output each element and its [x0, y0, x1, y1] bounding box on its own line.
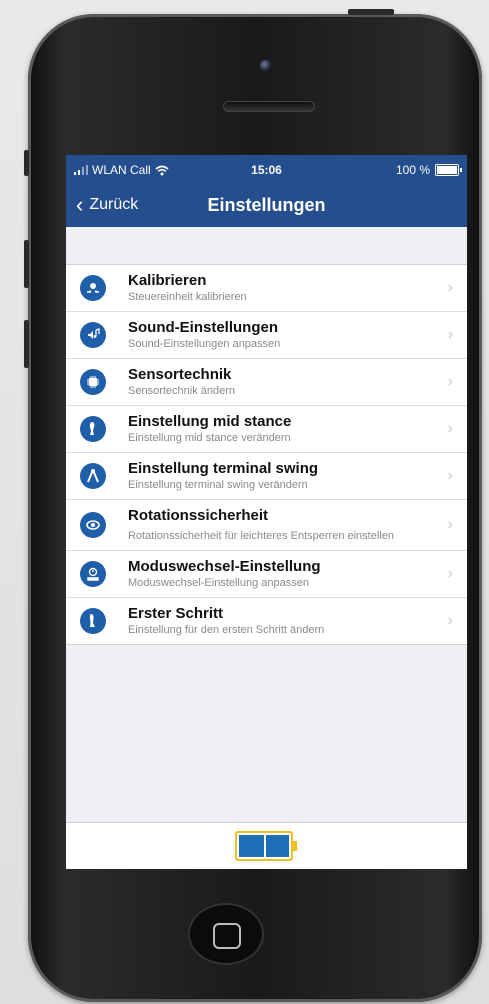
item-title: Erster Schritt: [128, 605, 224, 622]
item-subtitle: Steuereinheit kalibrieren: [128, 291, 247, 303]
calibrate-icon: [80, 275, 106, 301]
mode-switch-icon: [80, 561, 106, 587]
battery-status-icon: [435, 164, 462, 176]
mute-switch: [24, 150, 29, 176]
list-item-rotationssicherheit[interactable]: Rotationssicherheit Rotationssicherheit …: [66, 500, 467, 551]
list-item-sensortechnik[interactable]: Sensortechnik Sensortechnik ändern ›: [66, 359, 467, 406]
leg-stance-icon: [80, 416, 106, 442]
home-square-icon: [213, 923, 241, 949]
status-bar: WLAN Call 15:06 100 %: [66, 155, 467, 185]
list-item-kalibrieren[interactable]: Kalibrieren Steuereinheit kalibrieren ›: [66, 265, 467, 312]
section-spacer: [66, 227, 467, 264]
home-button[interactable]: [190, 905, 262, 963]
item-title: Kalibrieren: [128, 272, 207, 289]
item-subtitle: Einstellung terminal swing verändern: [128, 479, 308, 491]
sound-icon: [80, 322, 106, 348]
swing-icon: [80, 463, 106, 489]
page-title: Einstellungen: [207, 195, 326, 215]
item-title: Einstellung mid stance: [128, 413, 292, 430]
chevron-right-icon: ›: [447, 326, 453, 343]
volume-up-button: [24, 240, 29, 288]
speaker: [223, 101, 315, 112]
chevron-right-icon: ›: [447, 516, 453, 533]
battery-area: 100 %: [395, 163, 462, 177]
power-button: [348, 9, 394, 15]
rotation-icon: [80, 512, 106, 538]
list-item-moduswechsel[interactable]: Moduswechsel-Einstellung Moduswechsel-Ei…: [66, 551, 467, 598]
chevron-right-icon: ›: [447, 612, 453, 629]
item-title: Sensortechnik: [128, 366, 232, 383]
list-item-terminal-swing[interactable]: Einstellung terminal swing Einstellung t…: [66, 453, 467, 500]
screen: WLAN Call 15:06 100 % ‹ Zurück Einstellu…: [66, 155, 467, 869]
item-subtitle: Sensortechnik ändern: [128, 385, 236, 397]
item-subtitle: Moduswechsel-Einstellung anpassen: [128, 577, 309, 589]
volume-down-button: [24, 320, 29, 368]
item-subtitle: Sound-Einstellungen anpassen: [128, 338, 281, 350]
nav-bar: ‹ Zurück Einstellungen: [66, 185, 467, 227]
battery-icon[interactable]: [234, 831, 299, 861]
item-subtitle: Einstellung mid stance verändern: [128, 432, 291, 444]
settings-list: Kalibrieren Steuereinheit kalibrieren › …: [66, 264, 467, 645]
item-title: Moduswechsel-Einstellung: [128, 558, 321, 575]
chip-icon: [80, 369, 106, 395]
tab-bar: [66, 822, 467, 869]
item-subtitle: Einstellung für den ersten Schritt änder…: [128, 624, 325, 636]
chevron-right-icon: ›: [447, 373, 453, 390]
item-subtitle: Rotationssicherheit für leichteres Entsp…: [128, 530, 394, 542]
chevron-right-icon: ›: [447, 565, 453, 582]
item-title: Einstellung terminal swing: [128, 460, 319, 477]
list-item-mid-stance[interactable]: Einstellung mid stance Einstellung mid s…: [66, 406, 467, 453]
first-step-icon: [80, 608, 106, 634]
list-item-sound[interactable]: Sound-Einstellungen Sound-Einstellungen …: [66, 312, 467, 359]
list-item-erster-schritt[interactable]: Erster Schritt Einstellung für den erste…: [66, 598, 467, 644]
chevron-right-icon: ›: [447, 467, 453, 484]
chevron-right-icon: ›: [447, 420, 453, 437]
battery-percent: 100 %: [395, 163, 430, 177]
camera: [260, 60, 271, 71]
item-title: Rotationssicherheit: [128, 507, 269, 524]
item-title: Sound-Einstellungen: [128, 319, 278, 336]
chevron-right-icon: ›: [447, 279, 453, 296]
